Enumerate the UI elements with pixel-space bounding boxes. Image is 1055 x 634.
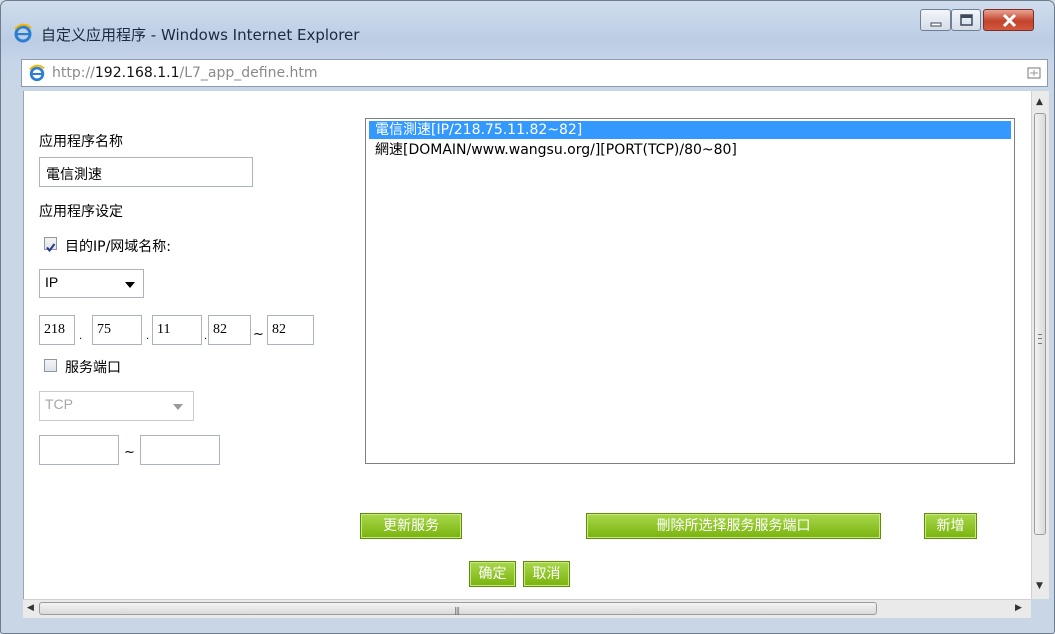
horizontal-scroll-thumb[interactable]: ||| <box>39 602 877 615</box>
app-name-label: 应用程序名称 <box>39 134 123 150</box>
ip-dot-separator: . <box>79 331 83 342</box>
dest-ip-checkbox[interactable] <box>44 237 57 253</box>
scroll-up-arrow-icon[interactable]: ▲ <box>1036 97 1043 107</box>
minimize-button[interactable] <box>920 9 951 31</box>
title-bar[interactable]: 自定义应用程序 - Windows Internet Explorer <box>1 1 1054 59</box>
rules-listbox[interactable]: 電信測速[IP/218.75.11.82~82] 網速[DOMAIN/www.w… <box>365 118 1015 464</box>
delete-selected-button[interactable]: 刪除所选择服务服务端口 <box>586 513 881 539</box>
chevron-down-icon <box>173 404 183 410</box>
ip-end-input[interactable]: 82 <box>267 315 314 345</box>
check-mark-icon <box>46 243 56 253</box>
compatibility-view-icon[interactable] <box>1027 66 1041 80</box>
maximize-icon <box>960 14 973 26</box>
ip-dot-separator: . <box>146 331 150 342</box>
list-item[interactable]: 網速[DOMAIN/www.wangsu.org/][PORT(TCP)/80~… <box>369 141 1011 159</box>
protocol-select: TCP <box>39 391 194 421</box>
dest-type-select[interactable]: IP <box>39 269 144 298</box>
dest-ip-label: 目的IP/网域名称: <box>65 239 172 255</box>
horizontal-scrollbar[interactable]: ◀ ||| ▶ <box>23 599 1031 618</box>
close-icon <box>1002 13 1017 28</box>
ip-dot-separator: . <box>204 331 208 342</box>
scroll-down-arrow-icon[interactable]: ▼ <box>1036 581 1043 591</box>
ie-logo-icon <box>14 23 32 43</box>
url-path: /L7_app_define.htm <box>179 65 318 81</box>
ok-button[interactable]: 确定 <box>469 561 516 587</box>
grip-icon: ||| <box>454 606 460 615</box>
url-host: 192.168.1.1 <box>94 65 180 81</box>
ip-octet-2-input[interactable]: 75 <box>92 315 142 345</box>
ip-range-separator: ~ <box>253 327 264 342</box>
ie-page-icon <box>29 64 45 82</box>
vertical-scrollbar[interactable]: ▲ ▼ <box>1031 91 1049 599</box>
dest-type-value: IP <box>45 274 59 290</box>
service-port-checkbox[interactable] <box>44 359 57 372</box>
port-from-input[interactable] <box>39 435 119 465</box>
add-button[interactable]: 新增 <box>924 513 977 539</box>
close-button[interactable] <box>983 9 1034 31</box>
grip-icon <box>1038 334 1042 344</box>
service-port-label: 服务端口 <box>65 360 121 376</box>
window-title: 自定义应用程序 - Windows Internet Explorer <box>41 26 360 44</box>
vertical-scroll-thumb[interactable] <box>1034 113 1046 535</box>
update-service-button[interactable]: 更新服务 <box>360 513 462 539</box>
app-setting-label: 应用程序设定 <box>39 204 123 220</box>
ip-octet-3-input[interactable]: 11 <box>152 315 202 345</box>
scroll-left-arrow-icon[interactable]: ◀ <box>27 603 34 613</box>
ie-window: 自定义应用程序 - Windows Internet Explorer http… <box>0 0 1055 634</box>
page-content: 应用程序名称 電信測速 应用程序设定 目的IP/网域名称: IP 218 . 7… <box>23 91 1032 599</box>
address-url: http://192.168.1.1/L7_app_define.htm <box>52 65 318 81</box>
cancel-button[interactable]: 取消 <box>523 561 570 587</box>
scroll-right-arrow-icon[interactable]: ▶ <box>1015 603 1022 613</box>
ip-octet-1-input[interactable]: 218 <box>39 315 75 345</box>
list-item[interactable]: 電信測速[IP/218.75.11.82~82] <box>369 121 1011 139</box>
minimize-icon <box>930 22 942 27</box>
port-range-separator: ~ <box>124 445 135 460</box>
ip-octet-4-input[interactable]: 82 <box>208 315 251 345</box>
chevron-down-icon <box>125 282 135 288</box>
maximize-button[interactable] <box>951 9 981 31</box>
address-bar[interactable]: http://192.168.1.1/L7_app_define.htm <box>21 59 1048 87</box>
app-name-input[interactable]: 電信測速 <box>39 157 253 187</box>
protocol-value: TCP <box>45 396 73 412</box>
url-scheme: http:// <box>52 65 95 81</box>
port-to-input[interactable] <box>140 435 220 465</box>
